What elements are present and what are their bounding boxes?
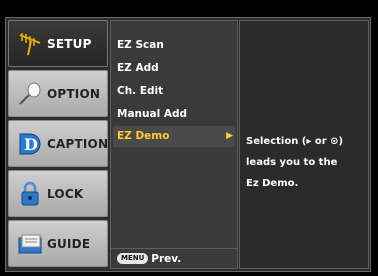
menu-item-ez-add[interactable]: EZ Add (113, 58, 235, 79)
setup-menu: EZ Scan EZ Add Ch. Edit Manual Add EZ De… (110, 20, 238, 269)
guide-book-icon (15, 229, 45, 259)
info-line: Ez Demo. (246, 178, 299, 189)
menu-item-label: EZ Scan (117, 39, 164, 51)
svg-text:D: D (24, 135, 38, 154)
menu-item-ch-edit[interactable]: Ch. Edit (113, 81, 235, 102)
pen-icon (15, 79, 45, 109)
info-line: Selection (▸ or ⊙) (246, 136, 344, 147)
right-arrow-icon: ▶ (226, 131, 233, 141)
antenna-icon (15, 29, 45, 59)
menu-item-ez-demo[interactable]: EZ Demo ▶ (113, 126, 235, 147)
sidebar-item-label: GUIDE (47, 236, 91, 251)
menu-item-label: EZ Add (117, 62, 159, 74)
info-text: Selection (▸ or ⊙) leads you to the Ez D… (246, 131, 366, 194)
menu-item-label: Ch. Edit (117, 85, 164, 97)
info-panel: Selection (▸ or ⊙) leads you to the Ez D… (239, 20, 369, 269)
sidebar-item-label: CAPTION (47, 136, 109, 151)
menu-item-label: EZ Demo (117, 130, 170, 142)
sidebar-item-label: OPTION (47, 86, 101, 101)
prev-label: Prev. (151, 252, 182, 265)
caption-d-icon: D (15, 129, 45, 159)
sidebar-item-label: LOCK (47, 186, 84, 201)
padlock-icon (15, 179, 45, 209)
sidebar-item-setup[interactable]: SETUP (8, 20, 108, 67)
menu-item-label: Manual Add (117, 108, 187, 120)
menu-button[interactable]: MENU (117, 253, 149, 264)
menu-item-manual-add[interactable]: Manual Add (113, 104, 235, 125)
sidebar-item-lock[interactable]: LOCK (8, 170, 108, 217)
tv-screen: SETUP OPTION D CAPTION LOCK GUIDE EZ Sca… (0, 0, 378, 276)
info-line: leads you to the (246, 157, 338, 168)
menu-footer: MENU Prev. (111, 248, 237, 268)
sidebar-item-label: SETUP (47, 36, 92, 51)
menu-item-ez-scan[interactable]: EZ Scan (113, 35, 235, 56)
sidebar-item-caption[interactable]: D CAPTION (8, 120, 108, 167)
sidebar-item-guide[interactable]: GUIDE (8, 220, 108, 267)
sidebar-item-option[interactable]: OPTION (8, 70, 108, 117)
sidebar: SETUP OPTION D CAPTION LOCK GUIDE (8, 20, 108, 269)
